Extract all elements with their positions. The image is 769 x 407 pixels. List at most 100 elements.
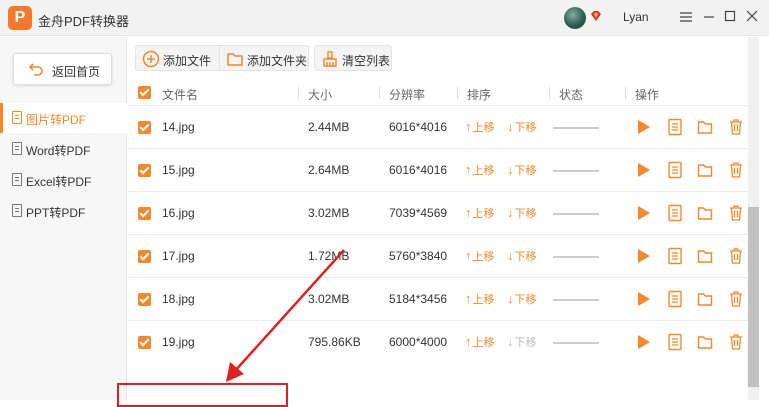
move-up-label: 上移 bbox=[472, 208, 495, 220]
sidebar-item-word-to-pdf[interactable]: Word转PDF bbox=[0, 134, 127, 164]
sidebar-item-ppt-to-pdf[interactable]: PPT转PDF bbox=[0, 196, 127, 226]
play-convert-icon[interactable] bbox=[636, 247, 652, 265]
select-all-checkbox[interactable] bbox=[138, 86, 151, 99]
move-up-button[interactable]: ↑上移 bbox=[465, 205, 495, 221]
title-bar: P 金舟PDF转换器 Lyan bbox=[0, 0, 769, 36]
column-divider bbox=[298, 87, 299, 99]
back-home-button[interactable]: 返回首页 bbox=[13, 53, 112, 85]
file-icon bbox=[12, 142, 22, 155]
play-convert-icon[interactable] bbox=[636, 118, 652, 136]
row-checkbox[interactable] bbox=[138, 250, 151, 263]
file-name: 17.jpg bbox=[162, 249, 195, 263]
arrow-down-icon: ↓ bbox=[507, 162, 514, 177]
sidebar-item-label: Excel转PDF bbox=[26, 175, 92, 189]
delete-icon[interactable] bbox=[728, 290, 744, 308]
add-folder-label: 添加文件夹 bbox=[247, 54, 308, 68]
delete-icon[interactable] bbox=[728, 118, 744, 136]
move-down-label: 下移 bbox=[514, 165, 537, 177]
move-down-button[interactable]: ↓下移 bbox=[507, 205, 537, 221]
row-checkbox[interactable] bbox=[138, 207, 151, 220]
table-row[interactable]: 14.jpg 2.44MB 6016*4016 ↑上移 ↓下移 bbox=[128, 105, 748, 148]
file-resolution: 6000*4000 bbox=[389, 335, 448, 349]
move-down-button[interactable]: ↓下移 bbox=[507, 119, 537, 135]
folder-open-icon[interactable] bbox=[697, 204, 713, 222]
header-sort: 排序 bbox=[467, 88, 492, 102]
sidebar-item-label: PPT转PDF bbox=[26, 206, 86, 220]
arrow-up-icon: ↑ bbox=[465, 119, 472, 134]
document-icon[interactable] bbox=[667, 118, 683, 136]
scrollbar-thumb[interactable] bbox=[748, 207, 759, 387]
arrow-up-icon: ↑ bbox=[465, 248, 472, 263]
document-icon[interactable] bbox=[667, 290, 683, 308]
file-name: 15.jpg bbox=[162, 163, 195, 177]
move-down-button[interactable]: ↓下移 bbox=[507, 162, 537, 178]
column-divider bbox=[625, 87, 626, 99]
maximize-icon[interactable] bbox=[721, 8, 739, 26]
document-icon[interactable] bbox=[667, 161, 683, 179]
sidebar: 返回首页 图片转PDF Word转PDF Excel转PDF PPT转PDF bbox=[0, 37, 127, 400]
move-up-label: 上移 bbox=[472, 294, 495, 306]
annotation-highlight-box bbox=[117, 383, 288, 407]
table-row[interactable]: 16.jpg 3.02MB 7039*4569 ↑上移 ↓下移 bbox=[128, 191, 748, 234]
move-up-button[interactable]: ↑上移 bbox=[465, 291, 495, 307]
sidebar-item-excel-to-pdf[interactable]: Excel转PDF bbox=[0, 165, 127, 195]
folder-open-icon[interactable] bbox=[697, 333, 713, 351]
move-up-label: 上移 bbox=[472, 165, 495, 177]
clear-list-button[interactable]: 清空列表 bbox=[314, 45, 392, 71]
row-checkbox[interactable] bbox=[138, 336, 151, 349]
move-down-button: ↓下移 bbox=[507, 334, 537, 350]
file-name: 16.jpg bbox=[162, 206, 195, 220]
table-row[interactable]: 15.jpg 2.64MB 6016*4016 ↑上移 ↓下移 bbox=[128, 148, 748, 191]
table-row[interactable]: 19.jpg 795.86KB 6000*4000 ↑上移 ↓下移 bbox=[128, 320, 748, 363]
move-up-button[interactable]: ↑上移 bbox=[465, 162, 495, 178]
close-icon[interactable] bbox=[743, 8, 761, 26]
app-title: 金舟PDF转换器 bbox=[38, 14, 130, 29]
folder-open-icon[interactable] bbox=[697, 247, 713, 265]
document-icon[interactable] bbox=[667, 247, 683, 265]
file-resolution: 6016*4016 bbox=[389, 120, 448, 134]
play-convert-icon[interactable] bbox=[636, 204, 652, 222]
arrow-down-icon: ↓ bbox=[507, 119, 514, 134]
play-convert-icon[interactable] bbox=[636, 290, 652, 308]
delete-icon[interactable] bbox=[728, 161, 744, 179]
header-action: 操作 bbox=[635, 88, 660, 102]
move-up-button[interactable]: ↑上移 bbox=[465, 334, 495, 350]
file-name: 18.jpg bbox=[162, 292, 195, 306]
file-resolution: 6016*4016 bbox=[389, 163, 448, 177]
vip-diamond-icon bbox=[591, 11, 601, 21]
sidebar-item-label: Word转PDF bbox=[26, 144, 91, 158]
move-down-button[interactable]: ↓下移 bbox=[507, 248, 537, 264]
delete-icon[interactable] bbox=[728, 247, 744, 265]
document-icon[interactable] bbox=[667, 333, 683, 351]
table-row[interactable]: 18.jpg 3.02MB 5184*3456 ↑上移 ↓下移 bbox=[128, 277, 748, 320]
file-resolution: 7039*4569 bbox=[389, 206, 448, 220]
folder-open-icon[interactable] bbox=[697, 290, 713, 308]
move-up-label: 上移 bbox=[472, 251, 495, 263]
app-logo-icon: P bbox=[8, 6, 32, 30]
arrow-down-icon: ↓ bbox=[507, 334, 514, 349]
document-icon[interactable] bbox=[667, 204, 683, 222]
folder-open-icon[interactable] bbox=[697, 161, 713, 179]
move-up-button[interactable]: ↑上移 bbox=[465, 248, 495, 264]
user-avatar[interactable] bbox=[564, 7, 586, 29]
minimize-icon[interactable] bbox=[700, 8, 718, 26]
row-checkbox[interactable] bbox=[138, 293, 151, 306]
sidebar-item-image-to-pdf[interactable]: 图片转PDF bbox=[0, 103, 127, 133]
sidebar-item-label: 图片转PDF bbox=[26, 113, 87, 127]
play-convert-icon[interactable] bbox=[636, 161, 652, 179]
status-progress-bar bbox=[553, 256, 599, 258]
play-convert-icon[interactable] bbox=[636, 333, 652, 351]
delete-icon[interactable] bbox=[728, 333, 744, 351]
menu-icon[interactable] bbox=[677, 8, 695, 26]
add-folder-button[interactable]: 添加文件夹 bbox=[219, 45, 309, 71]
move-down-button[interactable]: ↓下移 bbox=[507, 291, 537, 307]
file-size: 795.86KB bbox=[308, 335, 361, 349]
row-checkbox[interactable] bbox=[138, 121, 151, 134]
row-checkbox[interactable] bbox=[138, 164, 151, 177]
folder-open-icon[interactable] bbox=[697, 118, 713, 136]
table-row[interactable]: 17.jpg 1.72MB 5760*3840 ↑上移 ↓下移 bbox=[128, 234, 748, 277]
delete-icon[interactable] bbox=[728, 204, 744, 222]
file-resolution: 5760*3840 bbox=[389, 249, 448, 263]
username[interactable]: Lyan bbox=[623, 10, 649, 24]
move-up-button[interactable]: ↑上移 bbox=[465, 119, 495, 135]
